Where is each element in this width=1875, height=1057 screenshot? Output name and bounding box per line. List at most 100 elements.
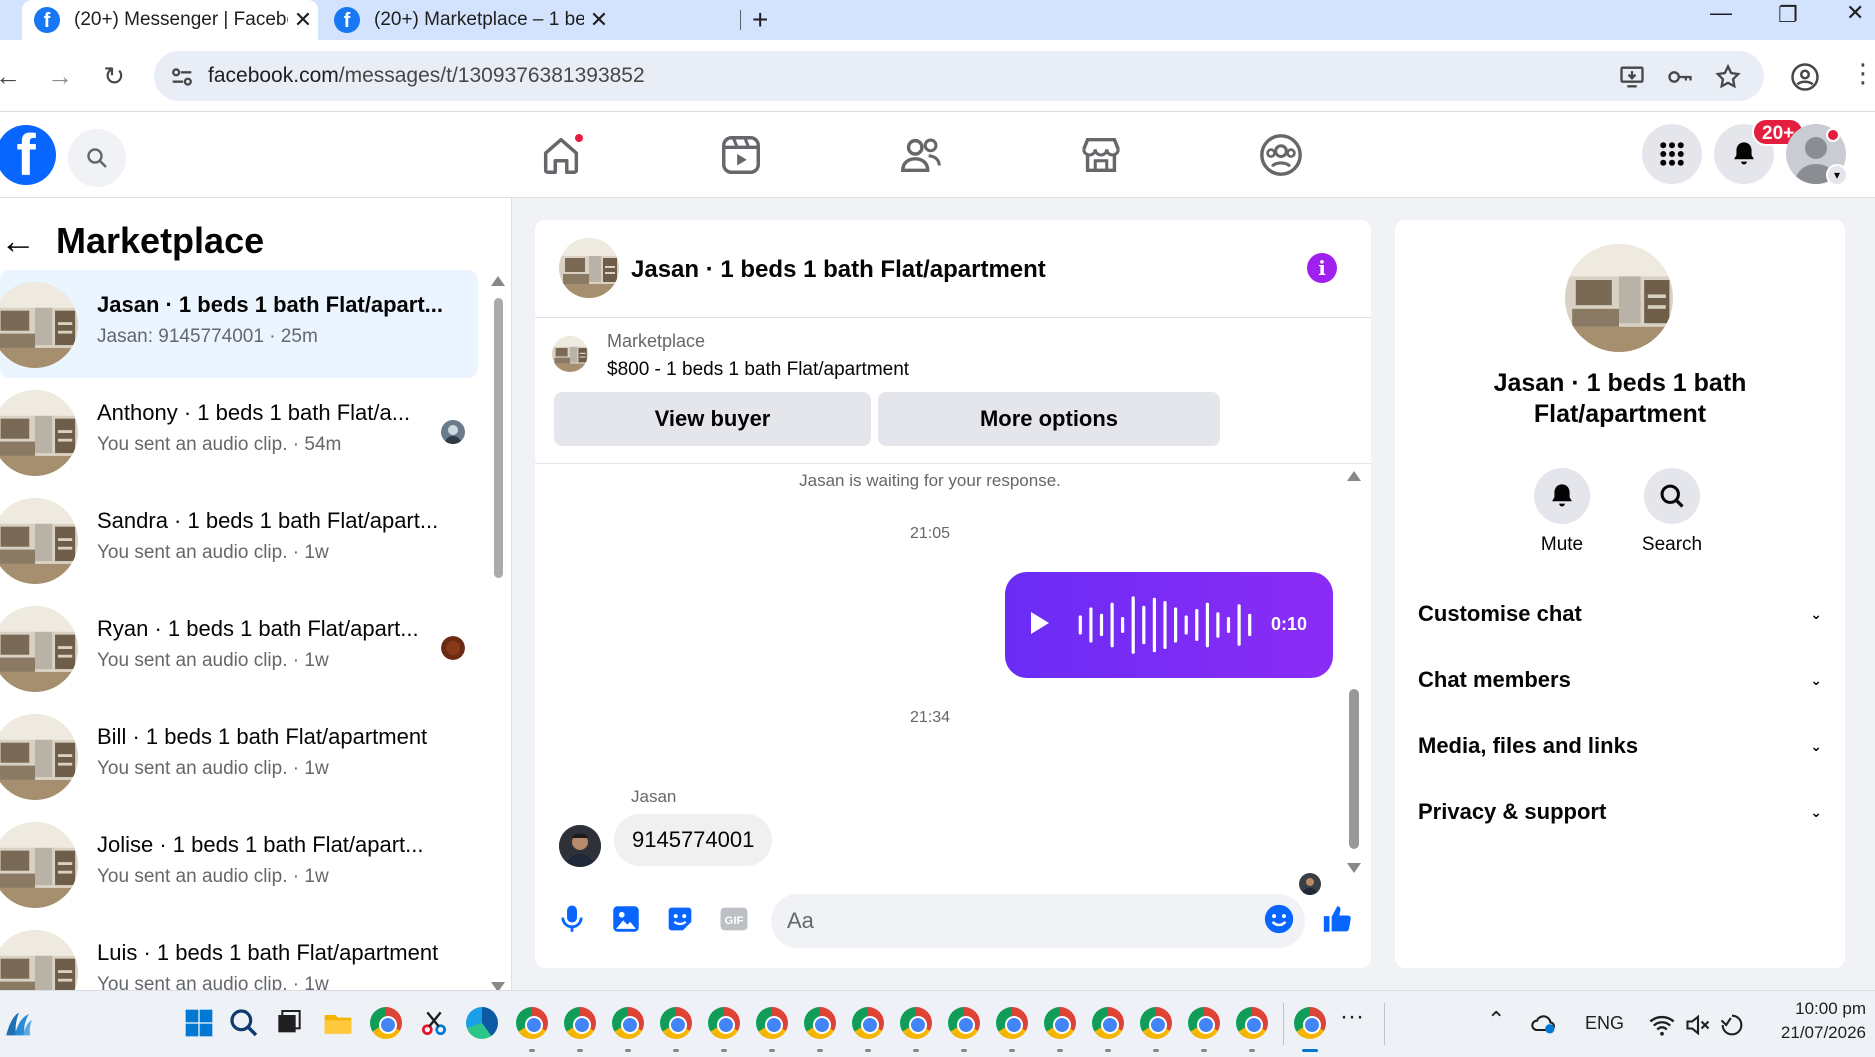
scroll-down-icon[interactable] [1347,863,1361,873]
chrome-taskbar-icon[interactable] [660,1007,692,1039]
chat-list-item[interactable]: Sandra · 1 beds 1 bath Flat/apart... You … [0,486,478,594]
chrome-taskbar-icon[interactable] [900,1007,932,1039]
back-arrow-icon[interactable]: ← [0,60,24,92]
listing-thumbnail[interactable] [552,336,588,372]
chrome-taskbar-icon[interactable] [1140,1007,1172,1039]
chrome-taskbar-icon[interactable] [370,1007,402,1039]
scrollbar-thumb[interactable] [494,298,503,578]
forward-arrow-icon[interactable]: → [44,60,76,92]
chrome-taskbar-icon[interactable] [1092,1007,1124,1039]
scrollbar-thumb[interactable] [1349,689,1359,849]
thread-scrollbar[interactable] [1347,471,1361,873]
taskbar-time[interactable]: 10:00 pm [1786,999,1866,1019]
message-input[interactable] [771,894,1305,948]
groups-icon[interactable] [1258,132,1304,178]
password-key-icon[interactable] [1666,63,1694,91]
browser-tab-messenger[interactable]: f (20+) Messenger | Facebook ✕ [22,0,318,40]
chrome-taskbar-icon[interactable] [516,1007,548,1039]
widgets-icon[interactable] [2,1007,36,1041]
file-explorer-icon[interactable] [322,1007,354,1039]
chrome-taskbar-icon[interactable] [948,1007,980,1039]
window-close-icon[interactable]: ✕ [1846,0,1864,30]
thumbs-up-icon[interactable] [1321,902,1355,936]
new-tab-button[interactable]: + [752,0,768,40]
profile-icon[interactable] [1790,62,1820,92]
conversation-title[interactable]: Jasan · 1 beds 1 bath Flat/apartment [631,256,1046,284]
task-view-icon[interactable] [273,1007,305,1039]
wifi-icon[interactable] [1648,1011,1676,1039]
reels-icon[interactable] [718,132,764,178]
listing-title[interactable]: $800 - 1 beds 1 bath Flat/apartment [607,359,909,381]
minimize-icon[interactable]: — [1710,0,1732,30]
chrome-taskbar-icon[interactable] [1044,1007,1076,1039]
media-files-links-row[interactable]: Media, files and links ⌄ [1418,718,1822,774]
battery-status-icon[interactable] [1718,1011,1746,1039]
menu-grid-button[interactable] [1642,124,1702,184]
tab-close-icon[interactable]: ✕ [584,7,614,33]
scroll-up-icon[interactable] [1347,471,1361,481]
browser-menu-icon[interactable]: ⋮ [1850,58,1875,89]
url-text[interactable]: facebook.com/messages/t/1309376381393852 [208,64,645,88]
facebook-search-button[interactable] [68,129,126,187]
reload-icon[interactable]: ↻ [98,60,130,92]
onedrive-icon[interactable] [1530,1009,1558,1037]
photo-icon[interactable] [609,902,643,936]
chevron-up-icon[interactable]: ⌃ [1487,1007,1505,1033]
more-apps-icon[interactable]: ··· [1340,1003,1364,1031]
chat-list-item[interactable]: Jasan · 1 beds 1 bath Flat/apart... Jasan… [0,270,478,378]
marketplace-icon[interactable] [1078,132,1124,178]
conversation-avatar[interactable] [559,238,619,298]
chat-list-scrollbar[interactable] [491,276,505,990]
chrome-taskbar-icon[interactable] [1294,1007,1326,1039]
emoji-icon[interactable] [1262,902,1296,936]
restore-icon[interactable]: ❐ [1778,2,1798,32]
chat-list-item[interactable]: Bill · 1 beds 1 bath Flat/apartment You s… [0,702,478,810]
chrome-taskbar-icon[interactable] [996,1007,1028,1039]
more-options-button[interactable]: More options [878,392,1220,446]
edge-taskbar-icon[interactable] [466,1007,498,1039]
volume-muted-icon[interactable] [1684,1011,1712,1039]
received-message[interactable]: 9145774001 [614,814,773,866]
chrome-taskbar-icon[interactable] [1236,1007,1268,1039]
chat-list-item[interactable]: Luis · 1 beds 1 bath Flat/apartment You s… [0,918,478,990]
windows-start-icon[interactable] [183,1007,215,1039]
chrome-taskbar-icon[interactable] [564,1007,596,1039]
language-indicator[interactable]: ENG [1585,1013,1624,1034]
account-chevron-down-icon[interactable]: ▾ [1826,164,1848,186]
site-settings-icon[interactable] [168,63,196,91]
browser-tab-marketplace[interactable]: f (20+) Marketplace – 1 beds 1 b ✕ [322,0,614,40]
chat-list-item[interactable]: Ryan · 1 beds 1 bath Flat/apart... You se… [0,594,478,702]
chat-list-item[interactable]: Jolise · 1 beds 1 bath Flat/apart... You … [0,810,478,918]
chrome-taskbar-icon[interactable] [756,1007,788,1039]
omnibox[interactable]: facebook.com/messages/t/1309376381393852 [154,51,1764,101]
friends-icon[interactable] [898,132,944,178]
chrome-taskbar-icon[interactable] [852,1007,884,1039]
mute-button[interactable]: Mute [1517,468,1607,556]
tab-close-icon[interactable]: ✕ [288,7,318,33]
play-icon[interactable] [1031,612,1049,634]
customise-chat-row[interactable]: Customise chat ⌄ [1418,586,1822,642]
facebook-logo[interactable]: f [0,125,56,185]
search-in-chat-button[interactable]: Search [1627,468,1717,556]
gif-icon[interactable]: GIF [717,902,751,936]
scroll-down-icon[interactable] [491,982,505,990]
chat-members-row[interactable]: Chat members ⌄ [1418,652,1822,708]
snipping-tool-icon[interactable] [418,1007,450,1039]
bookmark-star-icon[interactable] [1714,63,1742,91]
chrome-taskbar-icon[interactable] [612,1007,644,1039]
chrome-taskbar-icon[interactable] [804,1007,836,1039]
sticker-icon[interactable] [663,902,697,936]
view-buyer-button[interactable]: View buyer [554,392,871,446]
back-arrow-icon[interactable]: ← [0,220,40,262]
info-icon[interactable]: i [1307,253,1337,283]
sender-avatar[interactable] [559,825,601,867]
scroll-up-icon[interactable] [491,276,505,286]
install-app-icon[interactable] [1618,63,1646,91]
chat-info-avatar[interactable] [1565,244,1673,352]
taskbar-date[interactable]: 21/07/2026 [1766,1023,1866,1043]
privacy-support-row[interactable]: Privacy & support ⌄ [1418,784,1822,840]
audio-message[interactable]: 0:10 [1005,572,1333,678]
chrome-taskbar-icon[interactable] [1188,1007,1220,1039]
taskbar-search-icon[interactable] [228,1007,260,1039]
chat-list-item[interactable]: Anthony · 1 beds 1 bath Flat/a... You sen… [0,378,478,486]
